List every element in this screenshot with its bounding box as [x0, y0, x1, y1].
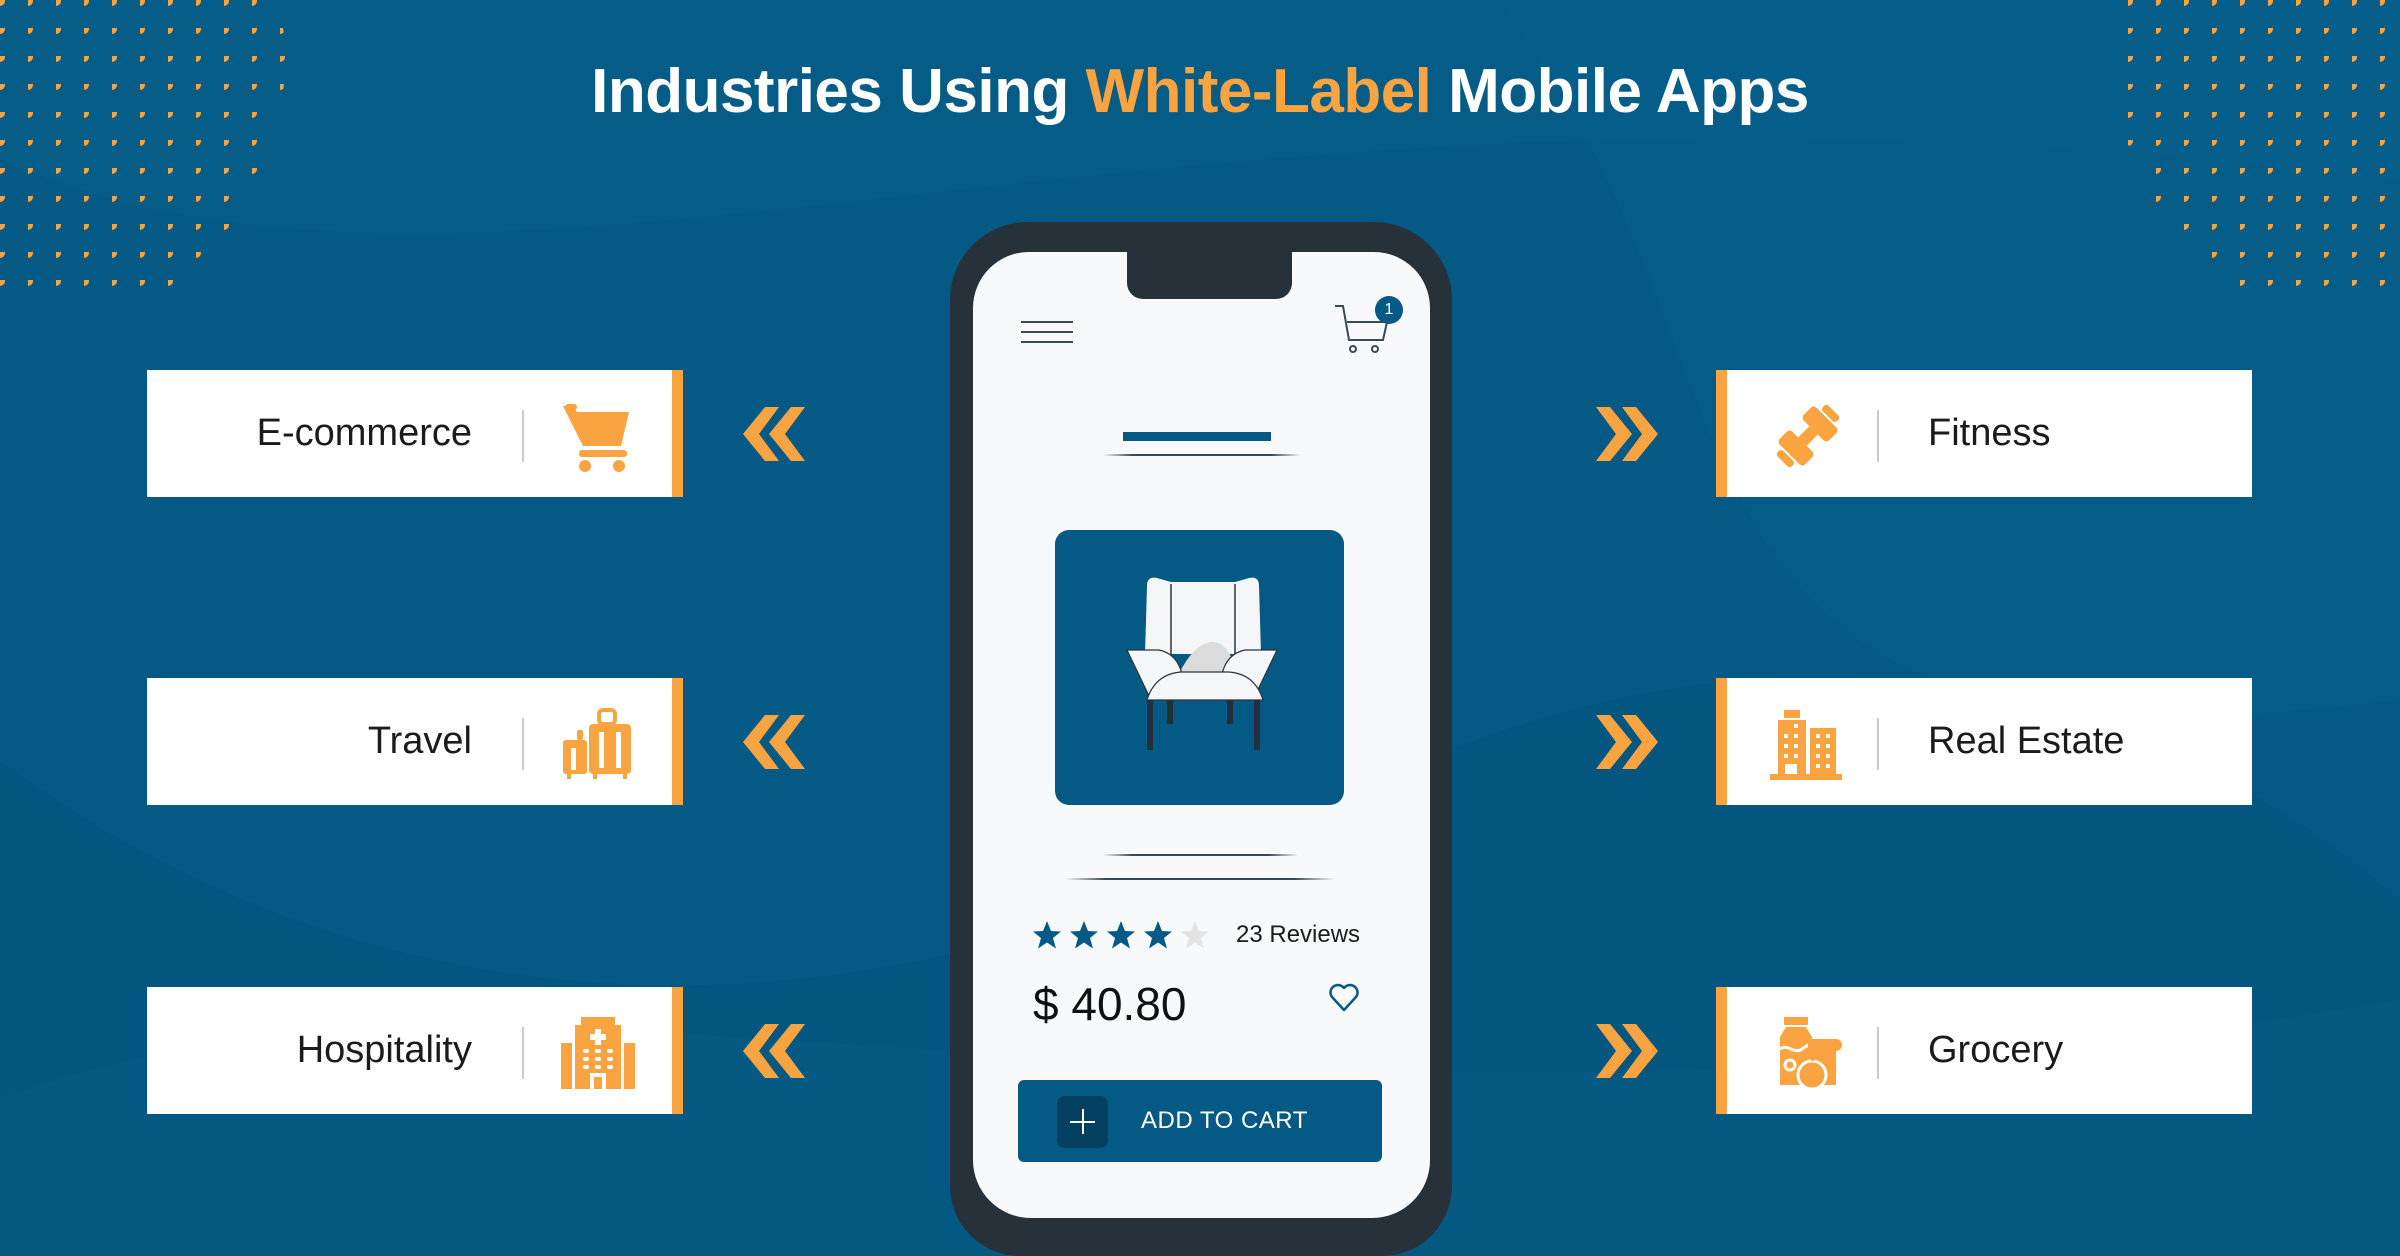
industry-label: Fitness — [1928, 412, 2051, 454]
star-rating — [1032, 920, 1210, 950]
industry-card-grocery: Grocery — [1716, 987, 2252, 1114]
chevrons-left-icon — [743, 715, 805, 769]
industry-card-ecommerce: E-commerce — [147, 370, 683, 497]
product-name-line — [1103, 854, 1298, 856]
groceries-icon — [1779, 1017, 1842, 1091]
star-filled-icon — [1033, 921, 1061, 949]
chevrons-left-icon — [743, 407, 805, 461]
star-filled-icon — [1070, 921, 1098, 949]
chevrons-left-icon — [743, 1024, 805, 1078]
industry-label: Hospitality — [296, 1029, 472, 1071]
divider — [522, 718, 524, 770]
phone-mockup: 1 23 Reviews $ 40.80 ADD TO CART — [950, 222, 1452, 1256]
phone-screen: 1 23 Reviews $ 40.80 ADD TO CART — [973, 252, 1430, 1218]
cart-badge-count: 1 — [1384, 301, 1394, 318]
cart-button[interactable]: 1 — [1335, 296, 1407, 356]
industry-card-real-estate: Real Estate — [1716, 678, 2252, 805]
armchair-icon — [1126, 577, 1278, 750]
divider — [1877, 718, 1879, 770]
title-prefix: Industries Using — [591, 57, 1086, 126]
chevrons-right-icon — [1596, 715, 1658, 769]
add-to-cart-button[interactable]: ADD TO CART — [1018, 1080, 1382, 1162]
divider — [522, 410, 524, 462]
hospital-building-icon — [561, 1017, 635, 1089]
industry-card-travel: Travel — [147, 678, 683, 805]
industry-card-fitness: Fitness — [1716, 370, 2252, 497]
add-to-cart-label: ADD TO CART — [1141, 1107, 1308, 1134]
luggage-icon — [563, 708, 631, 779]
shopping-cart-icon — [563, 404, 629, 472]
divider — [1877, 410, 1879, 462]
industry-label: Grocery — [1928, 1029, 2064, 1071]
title-highlight: White-Label — [1085, 57, 1432, 126]
divider — [522, 1027, 524, 1079]
product-price: $ 40.80 — [1033, 978, 1187, 1030]
industry-label: E-commerce — [256, 412, 472, 454]
star-filled-icon — [1144, 921, 1172, 949]
dot-pattern-left — [0, 0, 285, 300]
star-filled-icon — [1107, 921, 1135, 949]
buildings-icon — [1770, 710, 1842, 780]
product-image — [1055, 530, 1344, 805]
hamburger-menu-icon[interactable] — [1021, 320, 1073, 344]
dumbbell-icon — [1776, 404, 1840, 468]
industry-label: Travel — [367, 720, 472, 762]
plus-icon — [1057, 1096, 1108, 1148]
industry-label: Real Estate — [1928, 720, 2125, 762]
title-suffix: Mobile Apps — [1431, 57, 1809, 126]
divider — [1877, 1027, 1879, 1079]
product-subtitle-line — [1103, 454, 1301, 456]
product-title-placeholder — [1123, 432, 1271, 441]
star-empty-icon — [1181, 921, 1209, 949]
heart-icon[interactable] — [1328, 982, 1360, 1014]
phone-notch — [1127, 252, 1292, 299]
industry-card-hospitality: Hospitality — [147, 987, 683, 1114]
reviews-count: 23 Reviews — [1236, 921, 1361, 948]
chevrons-right-icon — [1596, 407, 1658, 461]
page-title: Industries Using White-Label Mobile Apps — [0, 56, 2400, 127]
chevrons-right-icon — [1596, 1024, 1658, 1078]
product-desc-line — [1065, 878, 1335, 880]
